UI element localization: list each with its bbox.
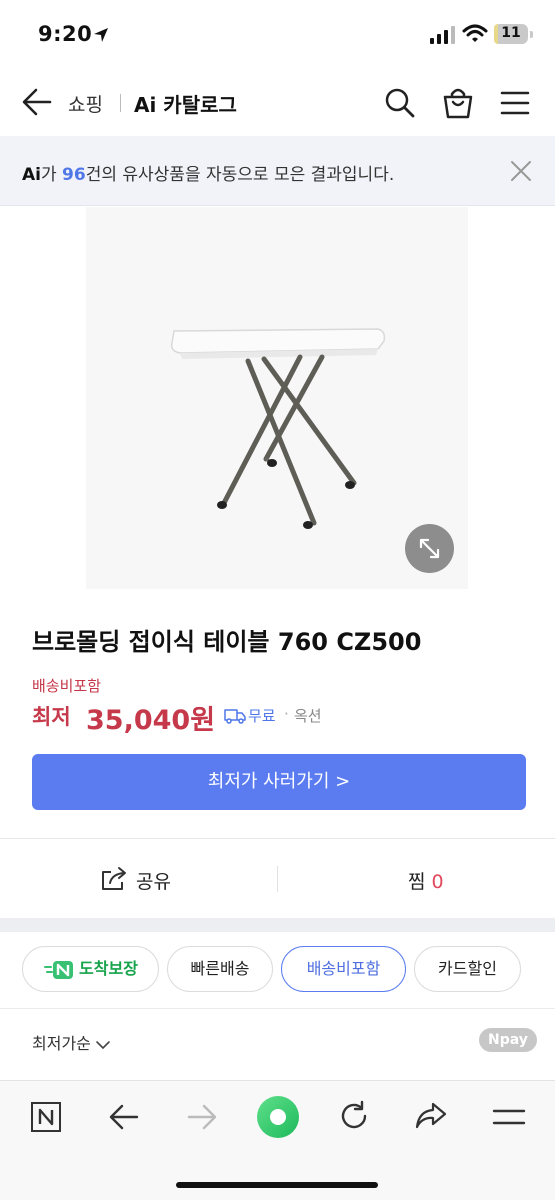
separator-dot: · <box>284 705 289 723</box>
lowest-price-value: 35,040원 <box>86 705 216 736</box>
breadcrumb-shopping[interactable]: 쇼핑 <box>68 90 103 117</box>
forward-arrow-icon[interactable] <box>186 1102 218 1132</box>
battery-cap <box>530 31 533 38</box>
section-divider <box>0 918 555 932</box>
banner-message: Ai가 96건의 유사상품을 자동으로 모은 결과입니다. <box>22 160 394 185</box>
seller-name: 옥션 <box>294 707 322 725</box>
truck-icon <box>224 709 246 724</box>
search-icon[interactable] <box>384 87 416 119</box>
shopping-bag-icon[interactable] <box>442 86 474 120</box>
naver-home-icon[interactable] <box>30 1101 62 1133</box>
green-dot-button[interactable] <box>256 1095 300 1139</box>
close-icon[interactable] <box>510 160 532 182</box>
wish-label: 찜 <box>408 871 426 893</box>
banner-ai-label: Ai <box>22 165 41 185</box>
npay-label: pay <box>499 1032 528 1048</box>
npay-badge[interactable]: Npay <box>479 1028 537 1052</box>
share-arrow-icon[interactable] <box>414 1101 448 1131</box>
expand-icon <box>419 538 440 559</box>
chevron-down-icon <box>96 1040 110 1049</box>
filter-chip-arrival-guarantee[interactable]: 도착보장 <box>22 946 159 992</box>
buy-lowest-price-button[interactable]: 최저가 사러가기 > <box>32 754 526 810</box>
ai-catalog-banner: Ai가 96건의 유사상품을 자동으로 모은 결과입니다. <box>0 136 555 206</box>
location-arrow-icon <box>94 28 108 42</box>
browser-toolbar <box>0 1080 555 1200</box>
sort-divider <box>0 1008 555 1009</box>
filter-chip-shipping-included[interactable]: 배송비포함 <box>281 946 406 992</box>
signal-icon <box>430 26 455 44</box>
menu-icon[interactable] <box>500 90 530 116</box>
back-arrow-icon[interactable] <box>108 1102 140 1132</box>
share-button[interactable]: 공유 <box>100 866 171 894</box>
wish-button[interactable]: 찜0 <box>408 867 444 894</box>
battery-percent: 11 <box>501 25 521 41</box>
free-delivery-label: 무료 <box>248 707 276 725</box>
home-indicator <box>176 1182 378 1188</box>
shipping-included-note: 배송비포함 <box>32 677 102 695</box>
breadcrumb-separator <box>120 94 121 112</box>
filter-chip-card-discount[interactable]: 카드할인 <box>414 946 521 992</box>
share-icon <box>102 867 126 890</box>
share-label: 공유 <box>136 871 171 893</box>
banner-count: 96 <box>62 165 86 185</box>
product-title: 브로몰딩 접이식 테이블 760 CZ500 <box>32 628 422 656</box>
battery-icon: 11 <box>494 24 528 44</box>
top-nav: 쇼핑 Ai 카탈로그 <box>0 70 555 136</box>
status-time: 9:20 <box>38 22 93 46</box>
banner-text-after: 건의 유사상품을 자동으로 모은 결과입니다. <box>85 165 395 185</box>
menu-icon[interactable] <box>492 1107 526 1127</box>
divider <box>0 838 555 839</box>
breadcrumb-ai-catalog[interactable]: Ai 카탈로그 <box>134 89 237 118</box>
wish-count: 0 <box>431 871 444 893</box>
naver-n-icon <box>44 960 74 979</box>
filter-chip-label: 도착보장 <box>79 959 138 978</box>
sort-dropdown[interactable]: 최저가순 <box>32 1030 111 1054</box>
reload-icon[interactable] <box>338 1100 370 1132</box>
action-row: 공유 찜0 <box>0 840 555 918</box>
filter-chips: 도착보장 빠른배송 배송비포함 카드할인 <box>0 932 555 1008</box>
filter-chip-fast-delivery[interactable]: 빠른배송 <box>167 946 273 992</box>
sort-label: 최저가순 <box>32 1034 91 1053</box>
lowest-price-label: 최저 <box>32 705 71 729</box>
banner-text-before: 가 <box>40 165 63 185</box>
action-separator <box>277 866 278 892</box>
wifi-icon <box>462 24 488 42</box>
back-arrow-icon[interactable] <box>20 86 54 118</box>
expand-image-button[interactable] <box>405 524 454 573</box>
status-bar: 9:20 11 <box>0 0 555 70</box>
